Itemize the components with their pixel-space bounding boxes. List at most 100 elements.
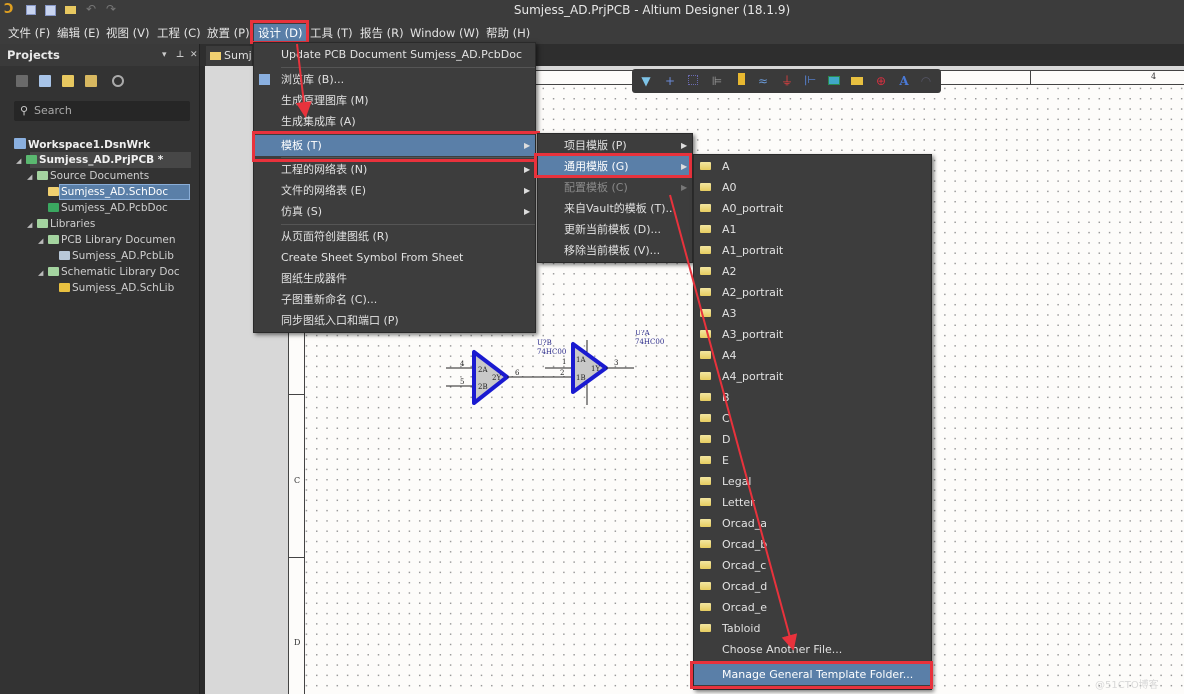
menu-help[interactable]: 帮助 (H)	[482, 24, 534, 42]
template-item[interactable]: A1_portrait	[694, 240, 931, 261]
template-item[interactable]: Orcad_a	[694, 513, 931, 534]
menu-file[interactable]: 文件 (F)	[4, 24, 54, 42]
menu-item-project-templates[interactable]: 项目模版 (P) ▶	[538, 135, 692, 156]
menu-item-make-schematic-library[interactable]: 生成原理图库 (M)	[254, 90, 535, 111]
folder-icon	[48, 235, 59, 244]
filter-icon[interactable]: ▼	[638, 73, 654, 89]
search-placeholder: Search	[34, 104, 72, 117]
menu-tools[interactable]: 工具 (T)	[306, 24, 357, 42]
template-item[interactable]: E	[694, 450, 931, 471]
tree-item-source-documents[interactable]: ◢ Source Documents	[27, 168, 149, 184]
template-item[interactable]: A4_portrait	[694, 366, 931, 387]
template-item[interactable]: Orcad_b	[694, 534, 931, 555]
template-item[interactable]: C	[694, 408, 931, 429]
template-item[interactable]: A2	[694, 261, 931, 282]
sheet-symbol-icon[interactable]	[828, 76, 840, 85]
pin-icon[interactable]: ⊥	[176, 44, 184, 66]
menu-item-update-pcb[interactable]: Update PCB Document Sumjess_AD.PcbDoc	[254, 44, 535, 65]
template-item[interactable]: Legal	[694, 471, 931, 492]
template-item[interactable]: D	[694, 429, 931, 450]
close-icon[interactable]: ✕	[190, 44, 198, 66]
tree-item-pcblib[interactable]: Sumjess_AD.PcbLib	[59, 248, 174, 264]
template-item[interactable]: A2_portrait	[694, 282, 931, 303]
template-item[interactable]: A0_portrait	[694, 198, 931, 219]
menu-item-manage-template-folder[interactable]: Manage General Template Folder...	[694, 664, 931, 685]
bus-entry-icon[interactable]: |⊢	[802, 73, 818, 89]
template-item[interactable]: A	[694, 156, 931, 177]
menu-design[interactable]: 设计 (D)	[254, 24, 307, 42]
ground-power-icon[interactable]: ⏚	[779, 73, 795, 89]
port-icon[interactable]	[851, 77, 863, 85]
part-icon[interactable]	[737, 73, 745, 85]
copy-icon[interactable]	[39, 75, 51, 87]
menu-item-browse-library[interactable]: 浏览库 (B)...	[254, 69, 535, 90]
document-tab[interactable]: Sumje	[206, 46, 252, 66]
menu-view[interactable]: 视图 (V)	[102, 24, 154, 42]
tree-item-schematic-library-documents[interactable]: ◢ Schematic Library Doc	[38, 264, 180, 280]
menu-item-vault-templates[interactable]: 来自Vault的模板 (T)...	[538, 198, 692, 219]
menu-item-project-netlist[interactable]: 工程的网络表 (N) ▶	[254, 159, 535, 180]
menu-item-sync-sheet-entries[interactable]: 同步图纸入口和端口 (P)	[254, 310, 535, 331]
template-item[interactable]: A1	[694, 219, 931, 240]
tree-item-project[interactable]: ◢ Sumjess_AD.PrjPCB *	[16, 152, 163, 168]
select-rect-icon[interactable]	[688, 75, 698, 85]
expand-icon[interactable]: ◢	[16, 153, 26, 169]
tree-item-pcb-library-documents[interactable]: ◢ PCB Library Documen	[38, 232, 176, 248]
template-item[interactable]: Orcad_e	[694, 597, 931, 618]
menu-project[interactable]: 工程 (C)	[153, 24, 205, 42]
menu-item-choose-another-file[interactable]: Choose Another File...	[694, 639, 931, 660]
menu-item-templates[interactable]: 模板 (T) ▶	[254, 135, 535, 156]
align-icon[interactable]: ⊫	[709, 73, 725, 89]
menu-place[interactable]: 放置 (P)	[203, 24, 254, 42]
gate-u-b[interactable]	[446, 350, 572, 405]
template-item[interactable]: Orcad_c	[694, 555, 931, 576]
menu-item-configuration-templates[interactable]: 配置模板 (C) ▶	[538, 177, 692, 198]
expand-icon[interactable]: ◢	[27, 217, 37, 233]
tree-item-schdoc[interactable]: Sumjess_AD.SchDoc	[48, 184, 168, 200]
template-item[interactable]: Letter	[694, 492, 931, 513]
save-icon[interactable]	[16, 75, 28, 87]
template-item[interactable]: Tabloid	[694, 618, 931, 639]
part-u-a: 74HC00	[635, 338, 664, 346]
text-icon[interactable]: A	[896, 73, 912, 89]
menu-reports[interactable]: 报告 (R)	[356, 24, 408, 42]
arc-icon[interactable]: ◠	[918, 73, 934, 89]
menu-item-make-integrated-library[interactable]: 生成集成库 (A)	[254, 111, 535, 132]
folder-settings-icon[interactable]	[85, 75, 97, 87]
menu-item-update-current-template[interactable]: 更新当前模板 (D)...	[538, 219, 692, 240]
menu-item-create-sheet-symbol[interactable]: Create Sheet Symbol From Sheet	[254, 247, 535, 268]
menu-item-rename-child-sheet[interactable]: 子图重新命名 (C)...	[254, 289, 535, 310]
expand-icon[interactable]: ◢	[27, 169, 37, 185]
expand-icon[interactable]: ◢	[38, 233, 48, 249]
template-item[interactable]: A0	[694, 177, 931, 198]
wire-icon[interactable]: ≈	[755, 73, 771, 89]
menu-item-remove-current-template[interactable]: 移除当前模板 (V)...	[538, 240, 692, 261]
panel-menu-icon[interactable]: ▾	[162, 44, 167, 66]
menu-item-simulate[interactable]: 仿真 (S) ▶	[254, 201, 535, 222]
menu-item-sheet-to-component[interactable]: 图纸生成器件	[254, 268, 535, 289]
tree-item-workspace[interactable]: Workspace1.DsnWrk	[14, 137, 150, 153]
folder-search-icon[interactable]	[62, 75, 74, 87]
menu-item-create-sheet-from-symbol[interactable]: 从页面符创建图纸 (R)	[254, 226, 535, 247]
search-input[interactable]: ⚲ Search	[14, 101, 190, 121]
menu-item-document-netlist[interactable]: 文件的网络表 (E) ▶	[254, 180, 535, 201]
tree-item-pcbdoc[interactable]: Sumjess_AD.PcbDoc	[48, 200, 168, 216]
tree-item-schlib[interactable]: Sumjess_AD.SchLib	[59, 280, 174, 296]
expand-icon[interactable]: ◢	[38, 265, 48, 281]
template-item-label: B	[722, 391, 730, 404]
menu-window[interactable]: Window (W)	[406, 24, 483, 42]
cross-icon[interactable]: +	[662, 73, 678, 89]
menu-edit[interactable]: 编辑 (E)	[53, 24, 104, 42]
template-item[interactable]: Orcad_d	[694, 576, 931, 597]
template-item[interactable]: A3_portrait	[694, 324, 931, 345]
template-folder-icon	[700, 225, 711, 233]
pcbdoc-icon	[48, 203, 59, 212]
template-item[interactable]: A3	[694, 303, 931, 324]
no-erc-icon[interactable]: ⊕	[873, 73, 889, 89]
gear-icon[interactable]	[112, 75, 124, 87]
tree-item-libraries[interactable]: ◢ Libraries	[27, 216, 95, 232]
template-item[interactable]: B	[694, 387, 931, 408]
template-item-label: Tabloid	[722, 622, 761, 635]
menu-item-general-templates[interactable]: 通用模版 (G) ▶	[538, 156, 692, 177]
template-item[interactable]: A4	[694, 345, 931, 366]
